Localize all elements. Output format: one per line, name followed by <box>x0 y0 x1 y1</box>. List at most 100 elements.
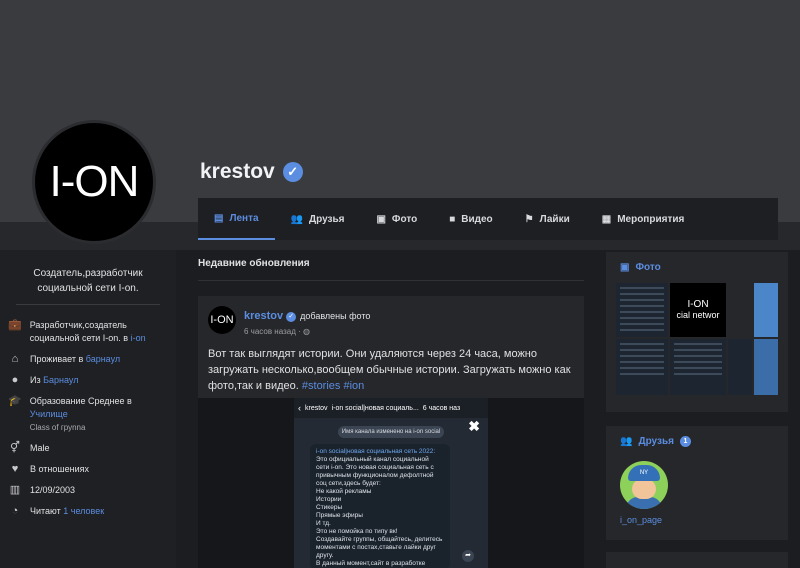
post-image[interactable]: ‹ krestov i-on social|новая социаль... 6… <box>198 398 584 568</box>
graduation-cap-icon: 🎓 <box>8 395 22 407</box>
tab-label: Мероприятия <box>617 213 685 225</box>
profile-name: krestov ✓ <box>200 160 303 184</box>
birthday-cake-icon: ▥ <box>9 484 21 496</box>
about-lives: ⌂ Проживает в барнаул <box>8 353 168 366</box>
birthday-text: 12/09/2003 <box>30 485 76 495</box>
bubble-line: Создавайте группы, общайтесь, делитесь <box>316 536 443 543</box>
feed-icon: ▤ <box>214 212 224 224</box>
briefcase-icon: 💼 <box>8 319 22 331</box>
about-work-text: Разработчик,создатель социальной сети I-… <box>29 320 146 343</box>
location-pin-icon: ● <box>11 374 19 386</box>
next-card <box>606 552 788 568</box>
profile-tabs: ▤ Лента 👥 Друзья ▣ Фото ■ Видео ⚑ Лайки ▦ Меро… <box>198 198 778 240</box>
photo-thumb[interactable] <box>754 339 778 395</box>
tab-label: Друзья <box>308 213 345 225</box>
friend-name[interactable]: i_on_page <box>620 515 774 525</box>
bubble-line: Прямые эфиры <box>316 512 363 519</box>
profile-avatar[interactable]: I-ON <box>32 120 156 244</box>
calendar-icon: ▦ <box>601 213 612 225</box>
friend-avatar[interactable]: NY <box>620 461 668 509</box>
friends-card-title[interactable]: 👥 Друзья 1 <box>606 426 788 457</box>
post-avatar[interactable]: I-ON <box>208 306 236 334</box>
bubble-title: i-on social|новая социальная сеть 2022: <box>316 448 436 455</box>
photo-thumb[interactable] <box>754 283 778 337</box>
heart-icon: ♥ <box>11 463 19 475</box>
bubble-line: сети i-on. Это новая социальная сеть с <box>316 464 434 471</box>
home-icon: ⌂ <box>11 353 19 365</box>
photo-thumb[interactable] <box>728 339 752 395</box>
close-icon: ✖ <box>468 418 480 434</box>
tab-video[interactable]: ■ Видео <box>433 198 508 240</box>
friend-item[interactable]: NY i_on_page <box>606 457 788 533</box>
about-relationship: ♥ В отношениях <box>8 463 168 476</box>
about-education: 🎓 Образование Среднее в Училище Class of … <box>8 395 132 432</box>
photos-card: ▣ Фото I-ON cial networ <box>606 252 788 412</box>
lives-link[interactable]: барнаул <box>86 354 120 364</box>
bubble-line: Это не помойка по типу вк! <box>316 528 398 535</box>
bubble-line: моментами с постах,ставьте лайки друг <box>316 544 436 551</box>
photos-card-title[interactable]: ▣ Фото <box>606 252 788 283</box>
friends-card: 👥 Друзья 1 NY i_on_page <box>606 426 788 540</box>
post-header: I-ON krestov ✓ добавлены фото 6 часов наза… <box>198 296 584 336</box>
rss-icon: ◔ <box>11 505 19 517</box>
verified-icon: ✓ <box>286 312 297 322</box>
flag-icon: ⚑ <box>524 213 534 225</box>
verified-icon: ✓ <box>282 162 303 182</box>
about-birthday: ▥ 12/09/2003 <box>8 484 168 497</box>
profile-name-text: krestov <box>200 160 275 183</box>
system-message: Имя канала изменено на i-on social <box>338 426 444 438</box>
bubble-line: Это официальный канал социальной <box>316 456 429 463</box>
photos-icon: ▣ <box>376 213 386 225</box>
tab-photos[interactable]: ▣ Фото <box>360 198 433 240</box>
users-icon: 👥 <box>290 213 303 225</box>
post-text: Вот так выглядят истории. Они удаляются … <box>208 348 571 392</box>
globe-icon: ◍ <box>302 327 310 336</box>
avatar-cap: NY <box>628 465 660 481</box>
followers-link[interactable]: 1 человек <box>63 506 104 516</box>
education-link[interactable]: Училище <box>30 409 68 419</box>
tab-label: Лайки <box>539 213 570 225</box>
post-author[interactable]: krestov <box>244 310 283 322</box>
users-icon: 👥 <box>620 436 633 447</box>
photo-thumb[interactable] <box>670 339 726 395</box>
about-followers: ◔ Читают 1 человек <box>8 505 168 518</box>
back-arrow-icon: ‹ <box>298 403 301 413</box>
bubble-line: соц сети,здесь будет: <box>316 480 381 487</box>
story-header: ‹ krestov i-on social|новая социаль... 6… <box>294 398 488 418</box>
message-bubble: i-on social|новая социальная сеть 2022: … <box>310 444 450 568</box>
photos-grid: I-ON cial networ <box>616 283 778 395</box>
from-link[interactable]: Барнаул <box>43 375 78 385</box>
tab-feed[interactable]: ▤ Лента <box>198 198 275 240</box>
tab-likes[interactable]: ⚑ Лайки <box>509 198 586 240</box>
story-time: 6 часов наз <box>422 404 461 412</box>
tab-label: Фото <box>391 213 418 225</box>
gender-text: Male <box>30 443 50 453</box>
story-channel: i-on social|новая социаль... <box>331 404 419 412</box>
bubble-line: И тд. <box>316 520 331 527</box>
post-tags[interactable]: #stories #ion <box>302 380 364 392</box>
story-author: krestov <box>305 404 328 412</box>
tab-friends[interactable]: 👥 Друзья <box>275 198 361 240</box>
tab-events[interactable]: ▦ Мероприятия <box>586 198 701 240</box>
feed-title: Недавние обновления <box>198 258 310 269</box>
bubble-line: другу. <box>316 552 334 559</box>
story-screenshot: ‹ krestov i-on social|новая социаль... 6… <box>294 398 488 568</box>
bubble-line: Истории <box>316 496 342 503</box>
photo-thumb[interactable]: I-ON cial networ <box>670 283 726 337</box>
friends-count-badge: 1 <box>679 436 691 447</box>
education-class: Class of груnna <box>29 423 86 432</box>
about-work: 💼 Разработчик,создатель социальной сети … <box>8 319 168 345</box>
tab-label: Лента <box>229 212 259 224</box>
about-gender: ⚥ Male <box>8 442 168 455</box>
about-panel: Создатель,разработчик социальной сети I-… <box>0 250 176 568</box>
work-link[interactable]: i-on <box>131 333 146 343</box>
tab-label: Видео <box>461 213 493 225</box>
divider <box>198 280 584 281</box>
photo-thumb[interactable] <box>616 339 668 395</box>
relationship-text: В отношениях <box>30 464 90 474</box>
share-icon: ➦ <box>462 550 474 562</box>
bubble-line: привычным функционалом дефолтной <box>316 472 434 479</box>
video-icon: ■ <box>449 213 456 225</box>
photo-thumb[interactable] <box>616 283 668 337</box>
bubble-line: Не какой рекламы <box>316 488 372 495</box>
